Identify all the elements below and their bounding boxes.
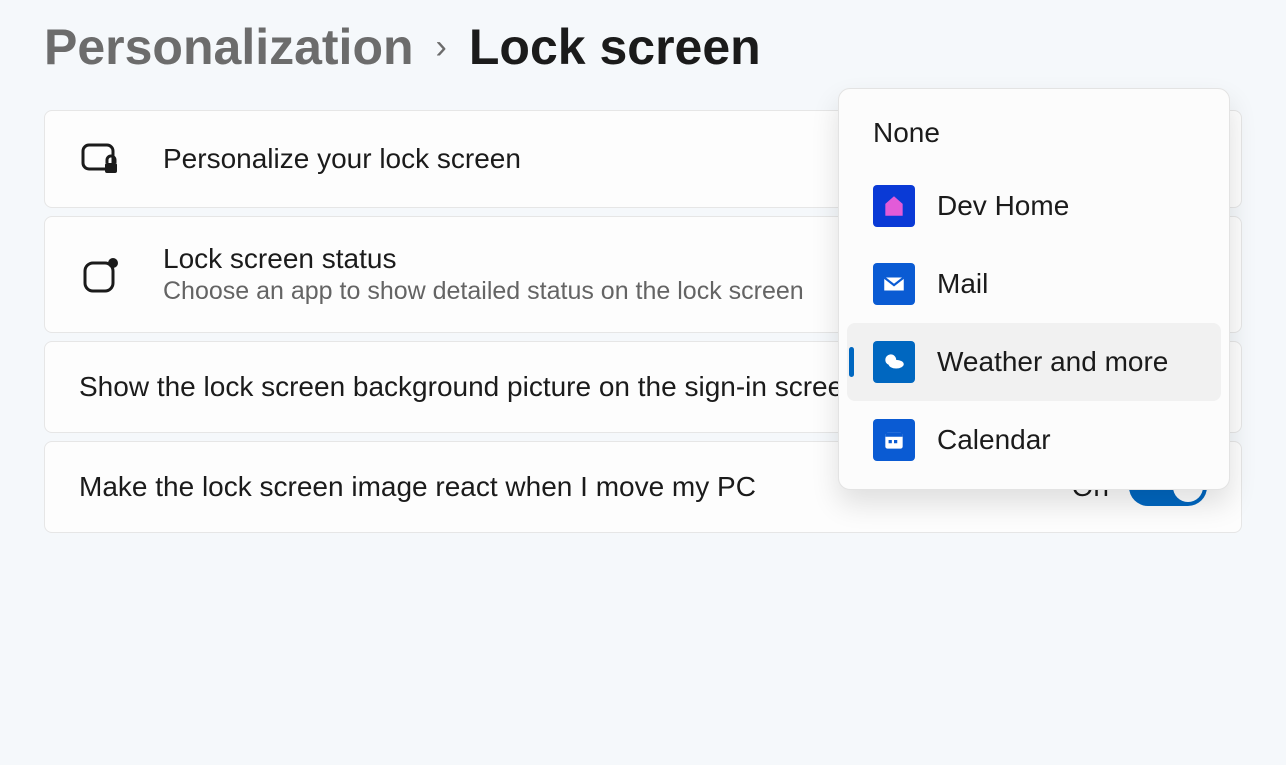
menu-item-label: Dev Home bbox=[937, 190, 1069, 222]
menu-item-label: None bbox=[873, 117, 940, 149]
breadcrumb-parent[interactable]: Personalization bbox=[44, 18, 414, 76]
menu-item-label: Weather and more bbox=[937, 346, 1168, 378]
lock-screen-icon bbox=[79, 137, 123, 181]
menu-item-calendar[interactable]: Calendar bbox=[847, 401, 1221, 479]
chevron-right-icon: › bbox=[436, 28, 447, 67]
mail-icon bbox=[873, 263, 915, 305]
menu-item-weather[interactable]: Weather and more bbox=[847, 323, 1221, 401]
menu-item-label: Calendar bbox=[937, 424, 1051, 456]
breadcrumb: Personalization › Lock screen bbox=[44, 18, 1242, 76]
menu-item-none[interactable]: None bbox=[847, 99, 1221, 167]
app-badge-icon bbox=[79, 253, 123, 297]
menu-item-mail[interactable]: Mail bbox=[847, 245, 1221, 323]
menu-item-dev-home[interactable]: Dev Home bbox=[847, 167, 1221, 245]
weather-icon bbox=[873, 341, 915, 383]
calendar-icon bbox=[873, 419, 915, 461]
menu-item-label: Mail bbox=[937, 268, 988, 300]
breadcrumb-current: Lock screen bbox=[469, 18, 761, 76]
status-app-dropdown[interactable]: None Dev Home Mail Weather and more Cale… bbox=[838, 88, 1230, 490]
dev-home-icon bbox=[873, 185, 915, 227]
